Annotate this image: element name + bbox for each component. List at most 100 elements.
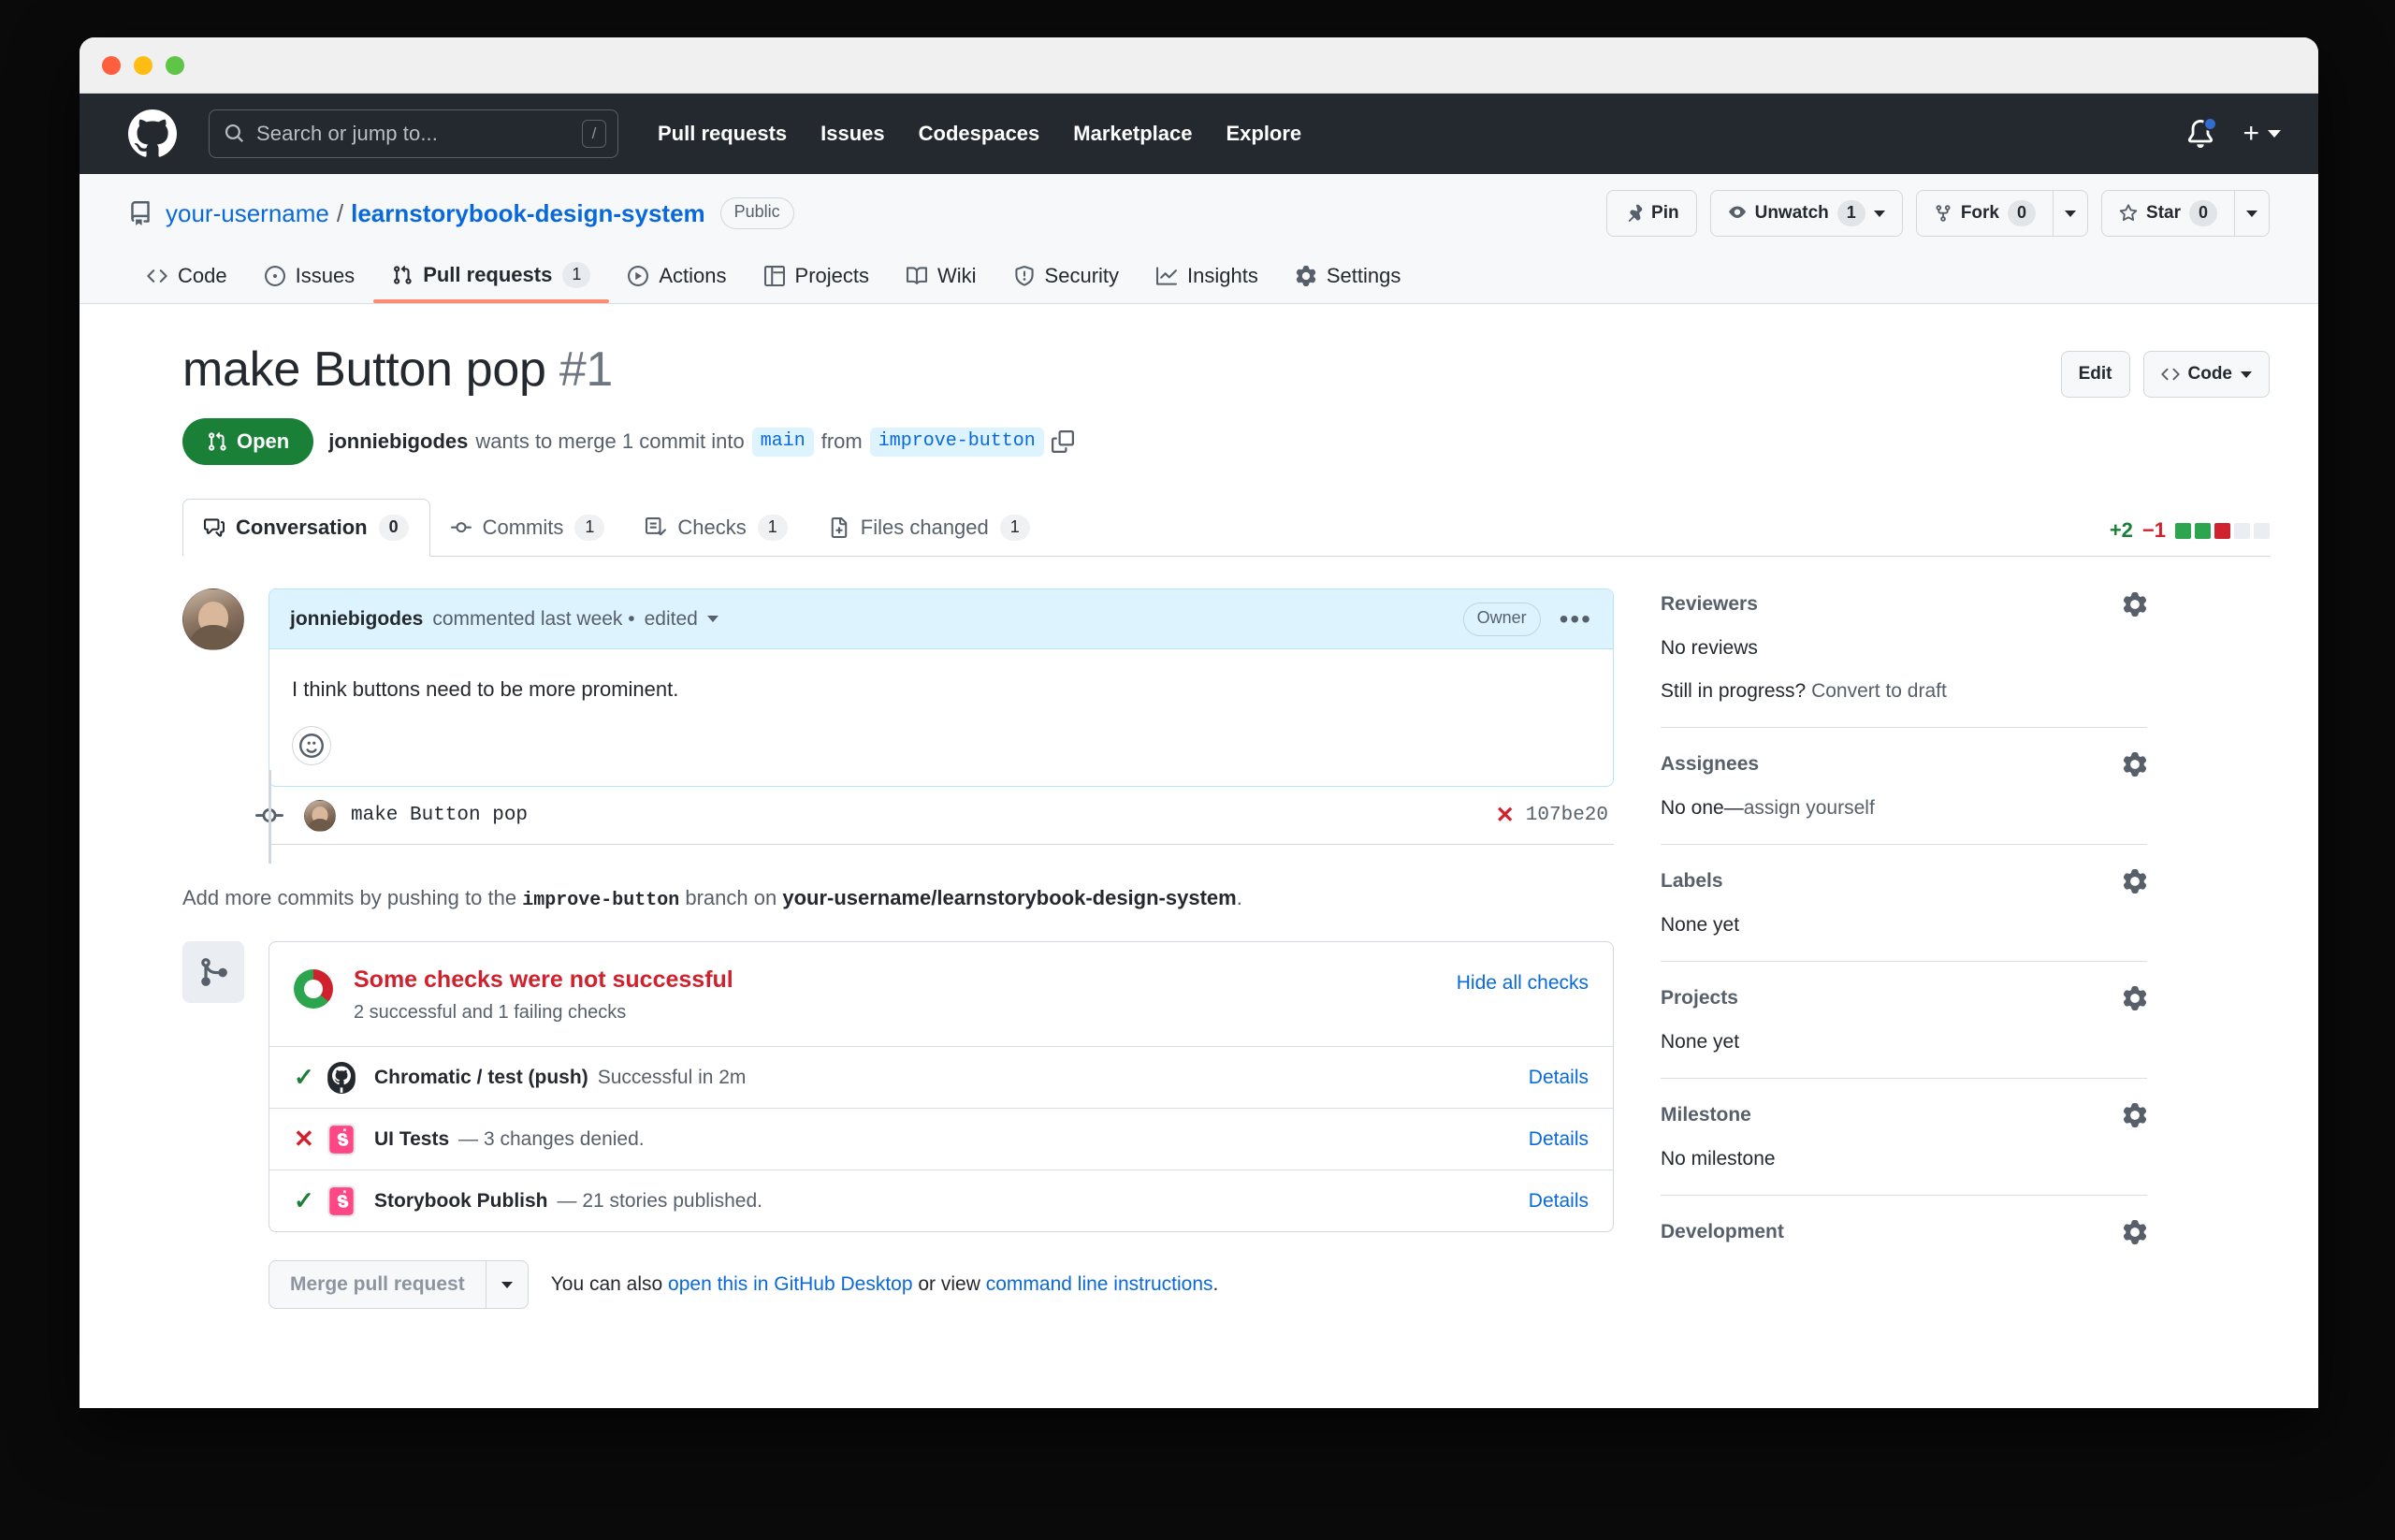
gear-icon[interactable] <box>2123 1103 2147 1128</box>
chromatic-logo-icon <box>326 1123 357 1155</box>
nav-explore[interactable]: Explore <box>1226 122 1301 146</box>
star-button[interactable]: Star 0 <box>2101 190 2234 237</box>
commit-message[interactable]: make Button pop <box>351 805 528 826</box>
gear-icon[interactable] <box>2123 869 2147 894</box>
maximize-window-button[interactable] <box>166 55 184 75</box>
tab-files-changed[interactable]: Files changed 1 <box>808 500 1051 556</box>
tab-commits[interactable]: Commits 1 <box>430 500 626 556</box>
checks-summary-text: Some checks were not successful 2 succes… <box>354 966 733 1024</box>
sidebar-section-labels: Labels None yet <box>1661 845 2147 963</box>
gear-icon[interactable] <box>2123 592 2147 617</box>
gear-icon[interactable] <box>2123 986 2147 1011</box>
search-input[interactable]: Search or jump to... / <box>209 109 618 158</box>
chevron-down-icon <box>2065 210 2077 217</box>
comment-author[interactable]: jonniebigodes <box>290 608 423 631</box>
fork-dropdown-button[interactable] <box>2053 190 2089 237</box>
pull-request-title-actions: Edit Code <box>2060 341 2270 398</box>
desktop-background: Search or jump to... / Pull requests Iss… <box>0 0 2395 1540</box>
base-branch-chip[interactable]: main <box>751 427 814 457</box>
pull-request-columns: jonniebigodes commented last week • edit… <box>182 557 2270 1310</box>
repo-tab-pull-requests[interactable]: Pull requests 1 <box>373 261 610 304</box>
tab-checks[interactable]: Checks 1 <box>625 500 807 556</box>
pull-request-sidebar: Reviewers No reviews Still in progress? … <box>1661 588 2147 1309</box>
fork-button[interactable]: Fork 0 <box>1915 190 2054 237</box>
repo-owner-link[interactable]: your-username <box>166 199 329 228</box>
edit-button[interactable]: Edit <box>2060 351 2130 398</box>
merge-text-1: wants to merge 1 commit into <box>475 429 745 453</box>
check-description: — 21 stories published. <box>557 1189 762 1212</box>
assign-yourself-link[interactable]: assign yourself <box>1744 797 1875 819</box>
avatar[interactable] <box>182 588 244 651</box>
hide-all-checks-link[interactable]: Hide all checks <box>1457 966 1589 995</box>
pull-request-author[interactable]: jonniebigodes <box>328 429 468 454</box>
pin-button-label: Pin <box>1651 203 1679 223</box>
repo-tab-insights[interactable]: Insights <box>1138 264 1277 303</box>
chevron-down-icon[interactable] <box>706 616 718 623</box>
smiley-icon[interactable] <box>292 726 331 766</box>
tab-conversation[interactable]: Conversation 0 <box>182 499 430 558</box>
notification-indicator-dot <box>2203 117 2218 131</box>
repository-actions: Pin Unwatch 1 Fork 0 Star 0 <box>1606 190 2270 237</box>
repo-tab-issues[interactable]: Issues <box>246 264 374 303</box>
nav-marketplace[interactable]: Marketplace <box>1073 122 1192 146</box>
owner-badge: Owner <box>1462 603 1541 636</box>
repo-tab-actions[interactable]: Actions <box>609 264 745 303</box>
nav-codespaces[interactable]: Codespaces <box>919 122 1040 146</box>
diffstat-block <box>2254 522 2270 539</box>
notifications-button[interactable] <box>2186 117 2218 149</box>
pin-button[interactable]: Pin <box>1606 190 1697 237</box>
comment-text: I think buttons need to be more prominen… <box>292 677 679 702</box>
create-new-button[interactable]: + <box>2243 120 2281 148</box>
command-line-instructions-link[interactable]: command line instructions <box>986 1273 1213 1295</box>
repo-name-link[interactable]: learnstorybook-design-system <box>351 199 705 228</box>
commit-author-avatar[interactable] <box>304 799 336 832</box>
head-branch-chip[interactable]: improve-button <box>869 427 1044 457</box>
sidebar-section-header: Development <box>1661 1220 2147 1245</box>
repo-tab-projects[interactable]: Projects <box>746 264 888 303</box>
merge-note-middle: or view <box>918 1273 980 1296</box>
close-window-button[interactable] <box>102 55 121 75</box>
repo-tab-wiki[interactable]: Wiki <box>888 264 995 303</box>
check-name: Chromatic / test (push) <box>374 1066 588 1088</box>
add-commits-prefix: Add more commits by pushing to the <box>182 886 517 910</box>
check-details-link[interactable]: Details <box>1529 1128 1589 1151</box>
star-button-label: Star <box>2146 203 2181 223</box>
open-in-github-desktop-link[interactable]: open this in GitHub Desktop <box>668 1273 912 1295</box>
github-mark-icon[interactable] <box>128 109 177 158</box>
repo-tab-settings-label: Settings <box>1326 264 1401 287</box>
copy-icon[interactable] <box>1051 430 1074 453</box>
x-icon[interactable]: ✕ <box>1496 802 1515 829</box>
convert-to-draft-link[interactable]: Convert to draft <box>1811 680 1947 702</box>
repo-icon <box>128 201 152 225</box>
repo-tab-code[interactable]: Code <box>128 264 246 303</box>
unwatch-button-label: Unwatch <box>1754 203 1829 223</box>
sidebar-section-projects: Projects None yet <box>1661 962 2147 1080</box>
nav-pull-requests[interactable]: Pull requests <box>658 122 787 146</box>
minimize-window-button[interactable] <box>134 55 152 75</box>
unwatch-button[interactable]: Unwatch 1 <box>1709 190 1903 237</box>
star-dropdown-button[interactable] <box>2234 190 2270 237</box>
repo-tab-settings[interactable]: Settings <box>1277 264 1420 303</box>
gear-icon[interactable] <box>2123 752 2147 777</box>
status-badge-label: Open <box>237 429 290 453</box>
diffstat-blocks <box>2175 522 2270 539</box>
gear-icon[interactable] <box>2123 1220 2147 1245</box>
checks-status-donut <box>294 969 333 1010</box>
merge-pull-request-button[interactable]: Merge pull request <box>269 1260 486 1310</box>
check-details-link[interactable]: Details <box>1529 1067 1589 1089</box>
tab-files-changed-count: 1 <box>999 515 1030 542</box>
check-status-icon: ✓ <box>294 1063 314 1092</box>
diffstat-block <box>2175 522 2191 539</box>
pull-request-merge-summary: jonniebigodes wants to merge 1 commit in… <box>328 427 1074 457</box>
nav-issues[interactable]: Issues <box>820 122 885 146</box>
tab-commits-label: Commits <box>482 516 564 540</box>
code-button[interactable]: Code <box>2142 351 2270 398</box>
comment-edited-label[interactable]: edited <box>645 608 698 631</box>
merge-dropdown-button[interactable] <box>485 1260 529 1310</box>
browser-window: Search or jump to... / Pull requests Iss… <box>80 37 2318 1408</box>
kebab-horizontal-icon[interactable]: ••• <box>1560 605 1592 632</box>
check-details-link[interactable]: Details <box>1529 1190 1589 1213</box>
repo-tab-security[interactable]: Security <box>995 264 1138 303</box>
comment-header-actions: Owner ••• <box>1462 603 1592 636</box>
commit-sha[interactable]: 107be20 <box>1526 805 1608 826</box>
